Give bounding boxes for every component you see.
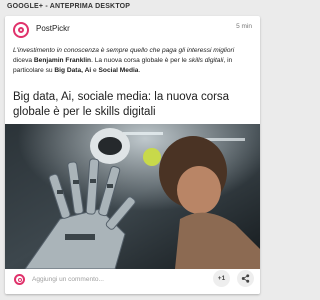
share-icon <box>241 274 250 283</box>
post-header: PostPickr 5 min <box>13 22 252 40</box>
quote-author: Benjamin Franklin <box>33 57 92 64</box>
author-name[interactable]: PostPickr <box>36 24 70 33</box>
post-footer: Aggiungi un commento... +1 <box>5 269 260 294</box>
skills-text: skills digitali <box>188 57 224 64</box>
social-text: Social Media <box>98 67 139 74</box>
share-button[interactable] <box>237 270 254 287</box>
user-avatar <box>14 274 25 285</box>
robot-hand-photo-icon <box>5 124 260 269</box>
avatar-logo-icon <box>17 277 22 282</box>
plus-one-button[interactable]: +1 <box>213 270 230 287</box>
comment-input[interactable]: Aggiungi un commento... <box>32 276 104 283</box>
avatar-logo-icon <box>18 27 24 33</box>
topics-text: Big Data, Ai <box>54 67 92 74</box>
link-title[interactable]: Big data, Ai, sociale media: la nuova co… <box>13 90 253 120</box>
quote-text: L'investimento in conoscenza è sempre qu… <box>13 47 235 54</box>
post-card: PostPickr 5 min L'investimento in conosc… <box>5 16 260 294</box>
post-image[interactable] <box>5 124 260 269</box>
post-time: 5 min <box>236 23 252 30</box>
post-description: L'investimento in conoscenza è sempre qu… <box>13 47 235 74</box>
preview-header: GOOGLE+ - ANTEPRIMA DESKTOP <box>7 3 131 10</box>
author-avatar[interactable] <box>13 22 29 38</box>
